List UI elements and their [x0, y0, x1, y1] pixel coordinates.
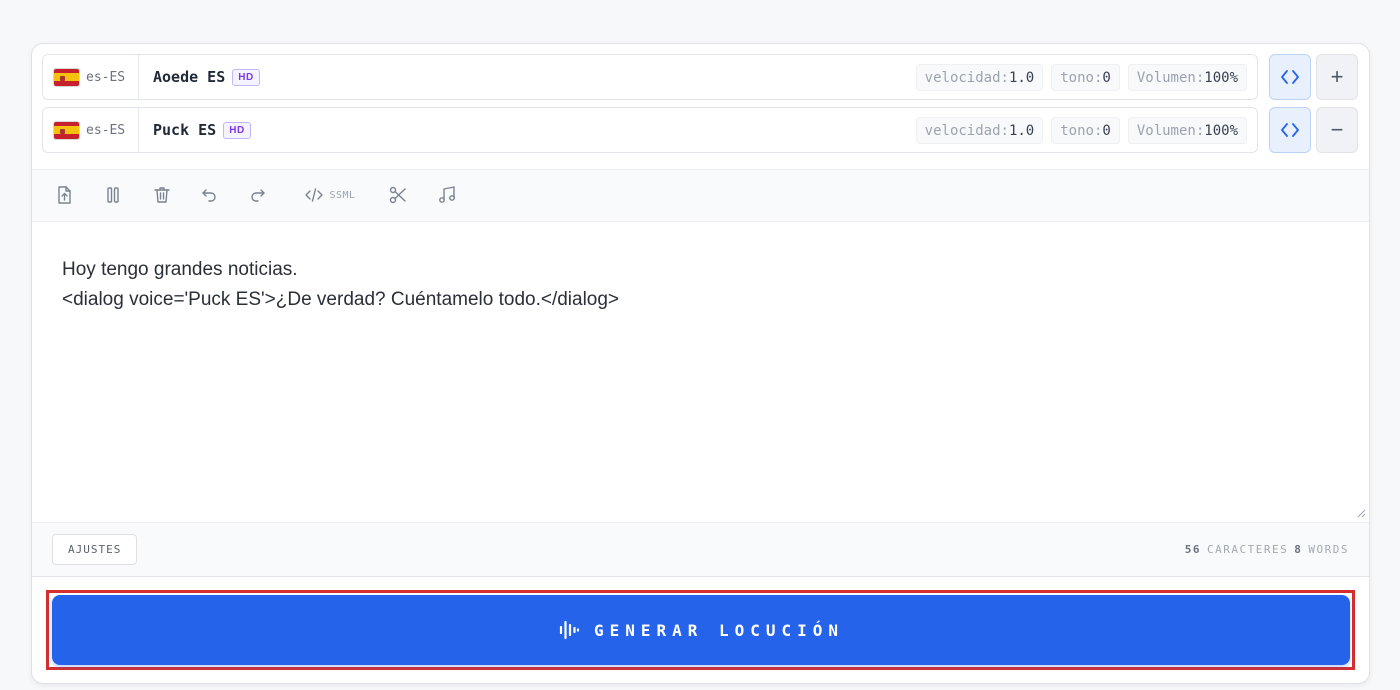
generate-label: GENERAR LOCUCIÓN: [593, 620, 845, 640]
word-label: WORDS: [1308, 543, 1349, 556]
volume-label: Volumen:: [1136, 122, 1205, 139]
volume-value: 100%: [1204, 122, 1238, 139]
minus-icon: −: [1330, 117, 1344, 142]
code-brackets-icon: [1281, 70, 1299, 84]
voice-row-puck[interactable]: es-ES Puck ES HD velocidad: 1.0 tono: 0 …: [42, 107, 1258, 153]
code-brackets-icon: [1281, 123, 1299, 137]
delete-button[interactable]: [151, 182, 173, 208]
undo-button[interactable]: [198, 182, 220, 208]
insert-voice-tag-button[interactable]: [1269, 107, 1311, 153]
locale-code: es-ES: [86, 122, 126, 138]
pause-icon: [107, 187, 119, 203]
hd-badge: HD: [223, 121, 251, 139]
volume-label: Volumen:: [1136, 69, 1205, 86]
generate-button[interactable]: GENERAR LOCUCIÓN: [52, 595, 1350, 665]
volume-param[interactable]: Volumen: 100%: [1127, 117, 1247, 144]
remove-voice-button[interactable]: −: [1316, 107, 1358, 153]
redo-button[interactable]: [247, 182, 269, 208]
settings-button[interactable]: AJUSTES: [52, 534, 138, 565]
voice-name-label: Puck ES: [153, 121, 217, 139]
hd-badge: HD: [232, 68, 260, 86]
tts-editor-card: es-ES Aoede ES HD velocidad: 1.0 tono: 0…: [31, 43, 1370, 684]
upload-button[interactable]: [53, 182, 75, 208]
pitch-value: 0: [1102, 122, 1111, 139]
resize-grip-icon[interactable]: [1356, 508, 1366, 518]
speed-value: 1.0: [1008, 122, 1035, 139]
ssml-label: SSML: [329, 189, 356, 201]
volume-param[interactable]: Volumen: 100%: [1127, 64, 1247, 91]
voice-row-aoede[interactable]: es-ES Aoede ES HD velocidad: 1.0 tono: 0…: [42, 54, 1258, 100]
char-count: 56: [1184, 543, 1202, 556]
voice-name[interactable]: Puck ES HD: [153, 108, 251, 152]
word-count: 8: [1294, 543, 1303, 556]
speed-label: velocidad:: [924, 69, 1009, 86]
music-icon: [439, 186, 455, 203]
audio-waveform-icon: [559, 620, 580, 640]
cut-button[interactable]: [387, 182, 409, 208]
speed-param[interactable]: velocidad: 1.0: [915, 64, 1044, 91]
add-voice-button[interactable]: +: [1316, 54, 1358, 100]
upload-file-icon: [58, 186, 71, 204]
char-label: CARACTERES: [1207, 543, 1289, 556]
ssml-button[interactable]: SSML: [300, 182, 360, 208]
voice-params: velocidad: 1.0 tono: 0 Volumen: 100%: [915, 117, 1247, 144]
speed-value: 1.0: [1008, 69, 1035, 86]
editor-line: Hoy tengo grandes noticias.: [62, 259, 298, 280]
pitch-param[interactable]: tono: 0: [1051, 64, 1120, 91]
locale-selector[interactable]: es-ES: [43, 55, 139, 99]
speed-label: velocidad:: [924, 122, 1009, 139]
text-stats: 56 CARACTERES 8 WORDS: [1185, 523, 1349, 576]
scissors-icon: [389, 186, 406, 204]
voice-params: velocidad: 1.0 tono: 0 Volumen: 100%: [915, 64, 1247, 91]
pitch-value: 0: [1102, 69, 1111, 86]
redo-icon: [251, 189, 265, 202]
undo-icon: [202, 189, 216, 202]
pitch-label: tono:: [1060, 69, 1103, 86]
spain-flag-icon: [53, 67, 80, 87]
editor-line: <dialog voice='Puck ES'>¿De verdad? Cuén…: [62, 289, 620, 310]
volume-value: 100%: [1204, 69, 1238, 86]
music-button[interactable]: [436, 182, 458, 208]
pitch-param[interactable]: tono: 0: [1051, 117, 1120, 144]
editor-toolbar: SSML: [32, 169, 1369, 222]
insert-voice-tag-button[interactable]: [1269, 54, 1311, 100]
speed-param[interactable]: velocidad: 1.0: [915, 117, 1044, 144]
plus-icon: +: [1330, 64, 1344, 89]
locale-selector[interactable]: es-ES: [43, 108, 139, 152]
ssml-code-icon: [305, 188, 324, 202]
spain-flag-icon: [53, 120, 80, 140]
voice-name-label: Aoede ES: [153, 68, 226, 86]
voice-name[interactable]: Aoede ES HD: [153, 55, 260, 99]
locale-code: es-ES: [86, 69, 126, 85]
text-editor[interactable]: Hoy tengo grandes noticias. <dialog voic…: [32, 221, 1369, 521]
trash-icon: [154, 187, 170, 203]
pause-button[interactable]: [102, 182, 124, 208]
pitch-label: tono:: [1060, 122, 1103, 139]
editor-footer: AJUSTES 56 CARACTERES 8 WORDS: [32, 522, 1369, 577]
